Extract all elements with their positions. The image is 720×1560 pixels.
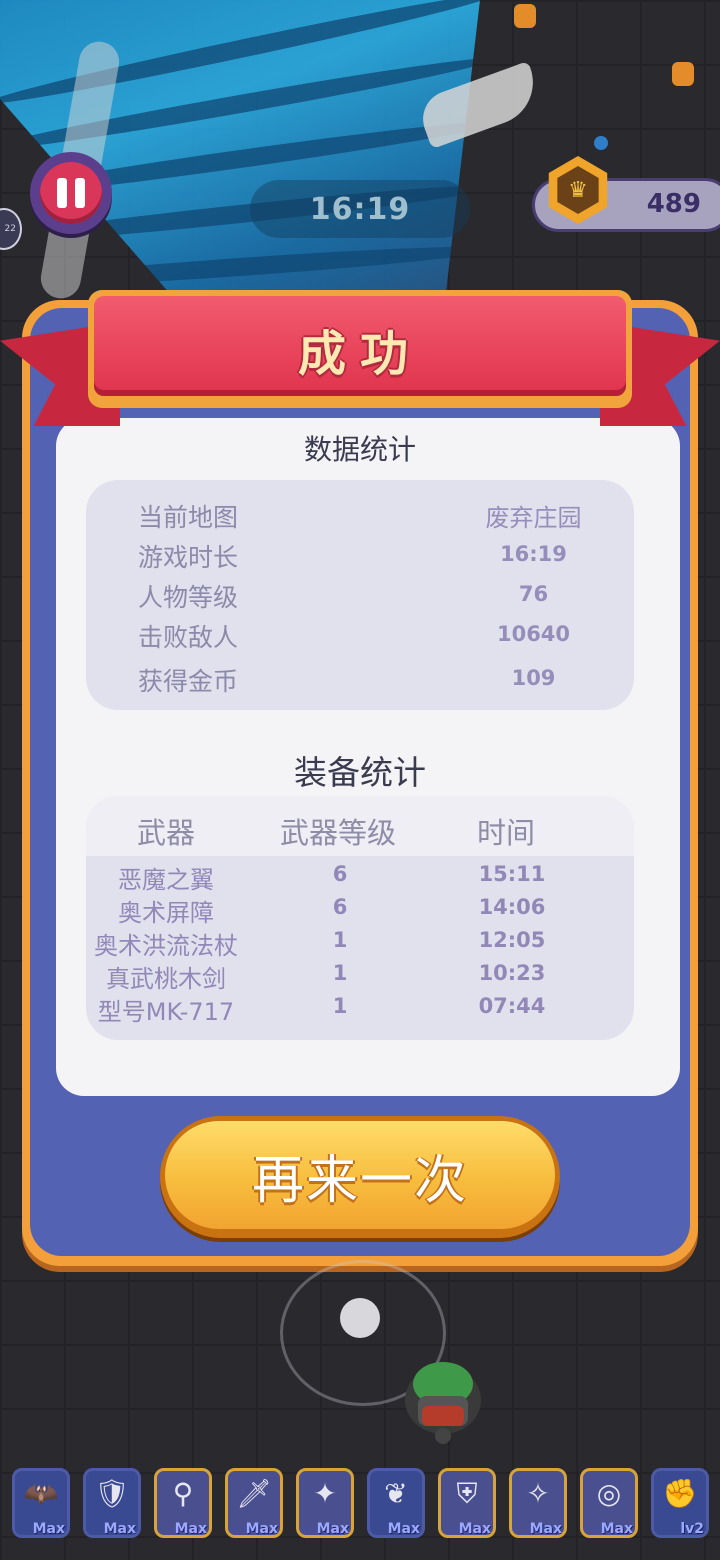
skill-level: Max <box>458 1521 491 1537</box>
skill-level: Max <box>600 1521 633 1537</box>
stat-value: 76 <box>518 582 549 606</box>
weapon-level: 6 <box>332 862 348 886</box>
table-row: 奥术屏障 6 14:06 <box>86 893 634 927</box>
skill-level: Max <box>174 1521 207 1537</box>
arcane-shield-icon: 🛡 <box>94 1477 130 1510</box>
sword-icon: 🗡 <box>236 1477 272 1510</box>
skill-slot[interactable]: 🗡 Max <box>225 1468 283 1538</box>
stat-label: 获得金币 <box>138 667 239 696</box>
weapon-name: 真武桃木剑 <box>106 965 226 993</box>
stat-value: 16:19 <box>500 542 567 566</box>
exp-orb <box>514 4 536 28</box>
side-level-text: 22 <box>4 224 16 234</box>
player-character <box>405 1362 481 1444</box>
stat-value: 109 <box>511 666 556 690</box>
skill-slot[interactable]: ❦ Max <box>367 1468 425 1538</box>
stat-value: 10640 <box>496 622 571 646</box>
skill-level: lv2 <box>680 1521 704 1537</box>
weapon-name: 型号MK-717 <box>97 998 235 1026</box>
stat-row: 当前地图 废弃庄园 <box>86 498 634 534</box>
table-row: 真武桃木剑 1 10:23 <box>86 959 634 993</box>
weapon-time: 12:05 <box>478 928 546 952</box>
exp-orb <box>594 136 608 150</box>
equipment-table-header: 武器 武器等级 时间 <box>86 796 634 856</box>
weapon-name: 奥术洪流法杖 <box>94 932 238 960</box>
skill-level: Max <box>529 1521 562 1537</box>
skill-bar: 🦇 Max 🛡 Max ⚲ Max 🗡 Max ✦ Max ❦ Max ⛨ Ma… <box>0 1462 720 1560</box>
equipment-table: 武器 武器等级 时间 恶魔之翼 6 15:11 奥术屏障 6 14:06 奥术洪… <box>86 796 634 1040</box>
table-row: 恶魔之翼 6 15:11 <box>86 860 634 894</box>
weapon-time: 15:11 <box>478 862 546 886</box>
skill-slot[interactable]: ⛨ Max <box>438 1468 496 1538</box>
stat-label: 击败敌人 <box>138 623 239 652</box>
skill-slot[interactable]: 🛡 Max <box>83 1468 141 1538</box>
boot-icon: ✧ <box>526 1477 550 1510</box>
skill-slot[interactable]: ◎ Max <box>580 1468 638 1538</box>
wings-icon: ❦ <box>384 1477 408 1510</box>
pause-button[interactable] <box>30 152 112 234</box>
result-title: 成功 <box>297 326 422 382</box>
weapon-level: 1 <box>332 961 348 985</box>
demon-wings-icon: 🦇 <box>23 1477 59 1510</box>
weapon-level: 1 <box>332 928 348 952</box>
weapon-level: 1 <box>332 994 348 1018</box>
weapon-time: 14:06 <box>478 895 546 919</box>
skill-level: Max <box>103 1521 136 1537</box>
skill-level: Max <box>316 1521 349 1537</box>
stats-table: 当前地图 废弃庄园 游戏时长 16:19 人物等级 76 击败敌人 10640 … <box>86 480 634 710</box>
weapon-name: 奥术屏障 <box>118 899 214 927</box>
gun-icon: ✦ <box>313 1477 337 1510</box>
exp-orb <box>672 62 694 86</box>
arcane-staff-icon: ⚲ <box>172 1477 194 1510</box>
stat-label: 人物等级 <box>138 583 239 612</box>
retry-button[interactable]: 再来一次 <box>160 1116 560 1238</box>
weapon-time: 07:44 <box>478 994 546 1018</box>
armor-icon: ⛨ <box>456 1477 478 1510</box>
stat-row: 击败敌人 10640 <box>86 618 634 654</box>
weapon-time: 10:23 <box>478 961 546 985</box>
column-header-weapon: 武器 <box>136 816 195 850</box>
weapon-name: 恶魔之翼 <box>118 866 214 894</box>
retry-button-label: 再来一次 <box>251 1150 468 1211</box>
column-header-time: 时间 <box>476 816 535 850</box>
skill-slot[interactable]: ⚲ Max <box>154 1468 212 1538</box>
pause-icon <box>40 162 102 224</box>
stat-row: 获得金币 109 <box>86 662 634 698</box>
weapon-level: 6 <box>332 895 348 919</box>
crown-count: 489 <box>646 189 701 219</box>
gauntlet-icon: ✊ <box>662 1477 698 1510</box>
stats-title: 数据统计 <box>303 433 416 466</box>
skill-slot[interactable]: ✧ Max <box>509 1468 567 1538</box>
skill-level: Max <box>387 1521 420 1537</box>
skill-level: Max <box>245 1521 278 1537</box>
skill-level: Max <box>32 1521 65 1537</box>
skill-slot[interactable]: 🦇 Max <box>12 1468 70 1538</box>
stat-row: 游戏时长 16:19 <box>86 538 634 574</box>
skill-slot[interactable]: ✦ Max <box>296 1468 354 1538</box>
ring-icon: ◎ <box>596 1477 622 1510</box>
game-timer: 16:19 <box>250 180 470 238</box>
joystick-knob[interactable] <box>340 1298 380 1338</box>
column-header-level: 武器等级 <box>279 816 396 850</box>
stat-row: 人物等级 76 <box>86 578 634 614</box>
stat-value: 废弃庄园 <box>485 504 582 532</box>
stat-label: 当前地图 <box>138 503 239 532</box>
stat-label: 游戏时长 <box>138 543 239 572</box>
equipment-title: 装备统计 <box>294 753 426 792</box>
table-row: 型号MK-717 1 07:44 <box>86 992 634 1026</box>
title-ribbon: 成功 <box>88 290 632 408</box>
skill-slot[interactable]: ✊ lv2 <box>651 1468 709 1538</box>
table-row: 奥术洪流法杖 1 12:05 <box>86 926 634 960</box>
